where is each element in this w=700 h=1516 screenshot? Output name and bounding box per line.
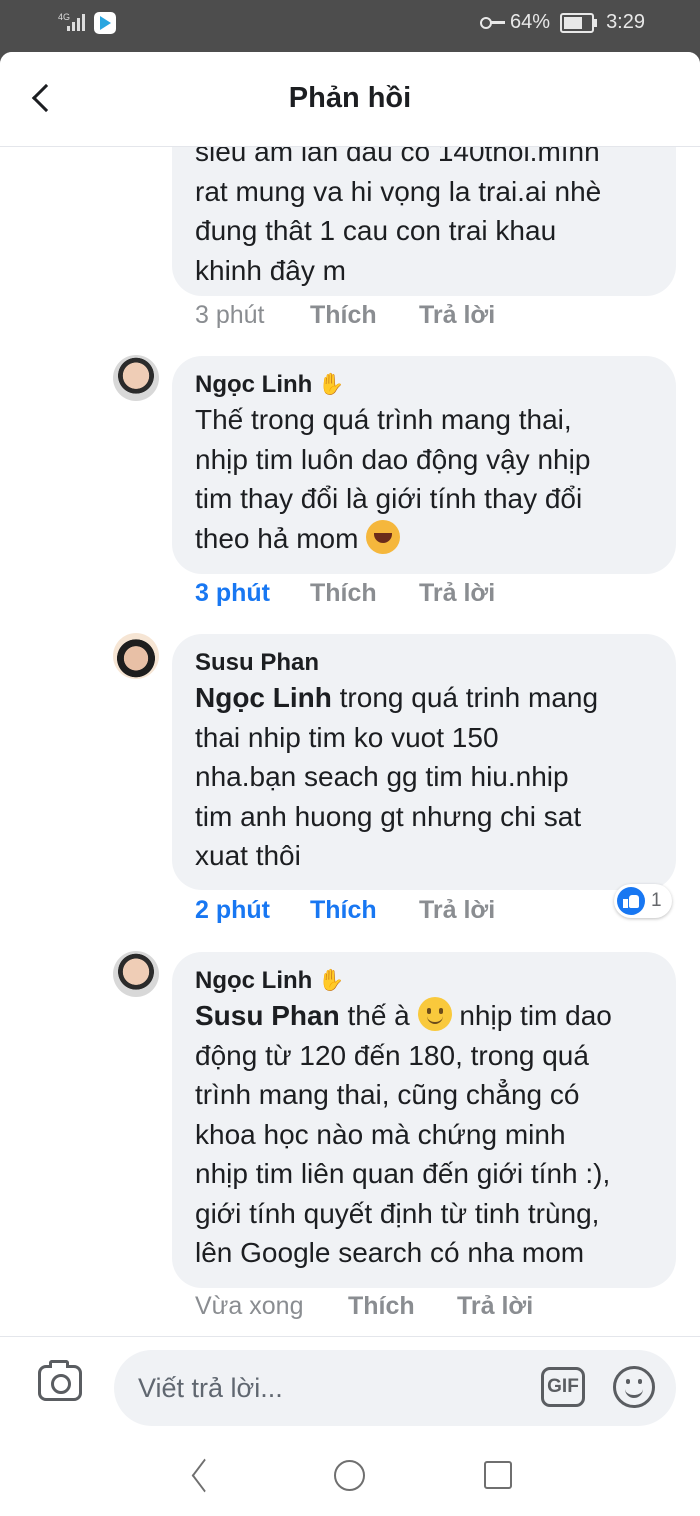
comment-line-text: nhịp tim dao xyxy=(451,1000,612,1031)
comment-thread: siêu âm lần đầu có 140thôi.mình rat mung… xyxy=(0,52,700,1336)
like-reaction-icon xyxy=(617,887,645,915)
nav-home-icon[interactable] xyxy=(334,1460,365,1491)
comment-line: khoa học nào mà chứng minh xyxy=(195,1118,566,1150)
gif-icon[interactable]: GIF xyxy=(541,1367,585,1407)
header: Phản hồi xyxy=(0,52,700,147)
reaction-badge[interactable]: 1 xyxy=(614,884,672,918)
reaction-count: 1 xyxy=(651,890,662,911)
reply-composer: GIF xyxy=(0,1336,700,1436)
comment-line: trình mang thai, cũng chẳng có xyxy=(195,1079,580,1110)
network-label: 4G xyxy=(58,12,71,22)
replies-sheet: siêu âm lần đầu có 140thôi.mình rat mung… xyxy=(0,52,700,1436)
system-nav-bar xyxy=(0,1436,700,1516)
reply-button[interactable]: Trả lời xyxy=(419,579,495,608)
author-name[interactable]: Ngọc Linh xyxy=(195,966,312,996)
comment-line-text: thế à xyxy=(339,1000,418,1031)
nav-recents-icon[interactable] xyxy=(484,1461,512,1489)
comment-line: Susu Phan thế à nhịp tim dao xyxy=(195,996,654,1036)
comment-author[interactable]: Ngọc Linh ✋ xyxy=(195,370,654,400)
comment-line: nhịp tim luôn dao động vậy nhịp xyxy=(195,443,591,475)
comment-line: đung thât 1 cau con trai khau xyxy=(195,215,557,246)
comment-time: 3 phút xyxy=(195,579,270,607)
like-button[interactable]: Thích xyxy=(310,579,377,608)
comment-text: Ngọc Linh trong quá trinh mang thai nhip… xyxy=(195,678,654,876)
like-button[interactable]: Thích xyxy=(310,896,377,925)
comment-bubble[interactable]: Susu Phan Ngọc Linh trong quá trinh mang… xyxy=(172,634,676,890)
mention-link[interactable]: Ngọc Linh xyxy=(195,682,332,713)
clock: 3:29 xyxy=(606,11,645,33)
avatar[interactable] xyxy=(113,951,159,997)
author-name[interactable]: Susu Phan xyxy=(195,648,319,678)
comment-text: Susu Phan thế à nhịp tim dao động từ 120… xyxy=(195,996,654,1273)
battery-icon xyxy=(560,12,598,33)
key-icon xyxy=(480,16,506,30)
avatar[interactable] xyxy=(113,633,159,679)
comment-bubble[interactable]: Ngọc Linh ✋ Susu Phan thế à nhịp tim dao… xyxy=(172,952,676,1288)
status-right: 64% 3:29 xyxy=(480,11,645,34)
reply-button[interactable]: Trả lời xyxy=(419,896,495,925)
like-button[interactable]: Thích xyxy=(348,1292,415,1321)
comment-line: giới tính quyết định từ tinh trùng, xyxy=(195,1197,600,1229)
comment-time: 3 phút xyxy=(195,301,265,329)
comment-line: rat mung va hi vọng la trai.ai nhè xyxy=(195,175,602,207)
comment-line: xuat thôi xyxy=(195,840,301,871)
comment-line: tim thay đổi là giới tính thay đổi xyxy=(195,483,583,514)
comment-line: động từ 120 đến 180, trong quá xyxy=(195,1039,589,1071)
comment-line-text: theo hả mom xyxy=(195,522,359,554)
comment-line: Ngọc Linh trong quá trinh mang xyxy=(195,678,654,718)
comment-line: lên Google search có nha mom xyxy=(195,1237,585,1268)
comment-line-text: trong quá trinh mang xyxy=(331,682,599,713)
comment-author[interactable]: Susu Phan xyxy=(195,648,654,678)
reply-button[interactable]: Trả lời xyxy=(419,301,495,330)
reply-input[interactable] xyxy=(114,1350,676,1426)
comment-time: Vừa xong xyxy=(195,1292,304,1320)
page-title: Phản hồi xyxy=(288,82,412,114)
comment-line: theo hả mom xyxy=(195,519,654,559)
comment-line: nha.bạn seach gg tim hiu.nhip xyxy=(195,761,569,792)
status-left: 4G xyxy=(58,12,116,34)
emoji-picker-icon[interactable] xyxy=(613,1366,655,1408)
comment-time: 2 phút xyxy=(195,896,270,924)
comment-text: siêu âm lần đầu có 140thôi.mình rat mung… xyxy=(195,132,654,290)
battery-percent: 64% xyxy=(510,11,551,33)
signal-icon: 4G xyxy=(58,12,88,33)
comment-line: Thế trong quá trình mang thai, xyxy=(195,404,572,435)
author-name[interactable]: Ngọc Linh xyxy=(195,370,312,400)
nav-back-icon[interactable] xyxy=(186,1460,218,1492)
like-button[interactable]: Thích xyxy=(310,301,377,330)
comment-text: Thế trong quá trình mang thai, nhịp tim … xyxy=(195,400,654,558)
comment-line: nhịp tim liên quan đến giới tính :), xyxy=(195,1158,611,1189)
status-bar: 4G 64% 3:29 xyxy=(0,0,700,52)
mention-link[interactable]: Susu Phan xyxy=(195,1000,340,1031)
camera-icon[interactable] xyxy=(38,1360,82,1401)
wave-icon: ✋ xyxy=(318,969,345,992)
comment-author[interactable]: Ngọc Linh ✋ xyxy=(195,966,654,996)
comment-line: tim anh huong gt nhưng chi sat xyxy=(195,800,582,832)
comment-line: khinh đây m xyxy=(195,254,346,286)
comment-bubble[interactable]: Ngọc Linh ✋ Thế trong quá trình mang tha… xyxy=(172,356,676,574)
smiling-emoji xyxy=(417,997,452,1031)
play-store-icon xyxy=(94,12,116,34)
avatar[interactable] xyxy=(113,355,159,401)
comment-line: thai nhip tim ko vuot 150 xyxy=(195,721,499,753)
reply-button[interactable]: Trả lời xyxy=(457,1292,533,1321)
laughing-emoji xyxy=(366,519,401,554)
wave-icon: ✋ xyxy=(318,373,345,396)
